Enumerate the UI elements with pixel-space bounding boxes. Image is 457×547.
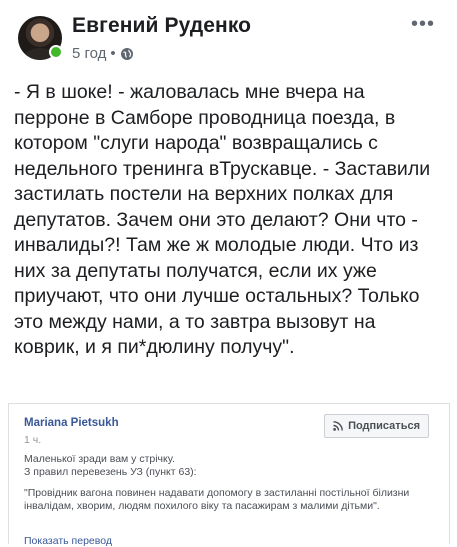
subscribe-button[interactable]: Подписаться [324,414,429,438]
author-avatar[interactable] [18,16,63,60]
post-body-text: - Я в шоке! - жаловалась мне вчера на пе… [14,81,436,358]
post-timestamp[interactable]: 5 год [72,45,106,62]
post-meta: 5 год • [72,45,134,62]
comment-author-name[interactable]: Mariana Pietsukh [24,417,119,429]
globe-icon[interactable] [120,47,134,61]
post-author-name[interactable]: Евгений Руденко [72,14,251,38]
comment-line-2: З правил перевезень УЗ (пункт 63): [24,465,197,478]
comment-line-1: Маленької зради вам у стрічку. [24,453,175,465]
online-status-dot [49,45,63,59]
more-options-icon[interactable]: ••• [411,14,435,34]
comment-timestamp[interactable]: 1 ч. [24,434,41,446]
post-card: Евгений Руденко 5 год • ••• - Я в шоке! … [0,0,457,400]
meta-separator: • [110,45,116,62]
show-translation-link[interactable]: Показать перевод [24,535,112,547]
shared-comment-box: Mariana Pietsukh 1 ч. Подписаться Малень… [8,403,450,547]
rss-icon [333,421,343,431]
comment-quote: "Провідник вагона повинен надавати допом… [24,487,410,512]
subscribe-label: Подписаться [348,420,420,432]
comment-body: Маленької зради вам у стрічку. З правил … [24,453,429,512]
